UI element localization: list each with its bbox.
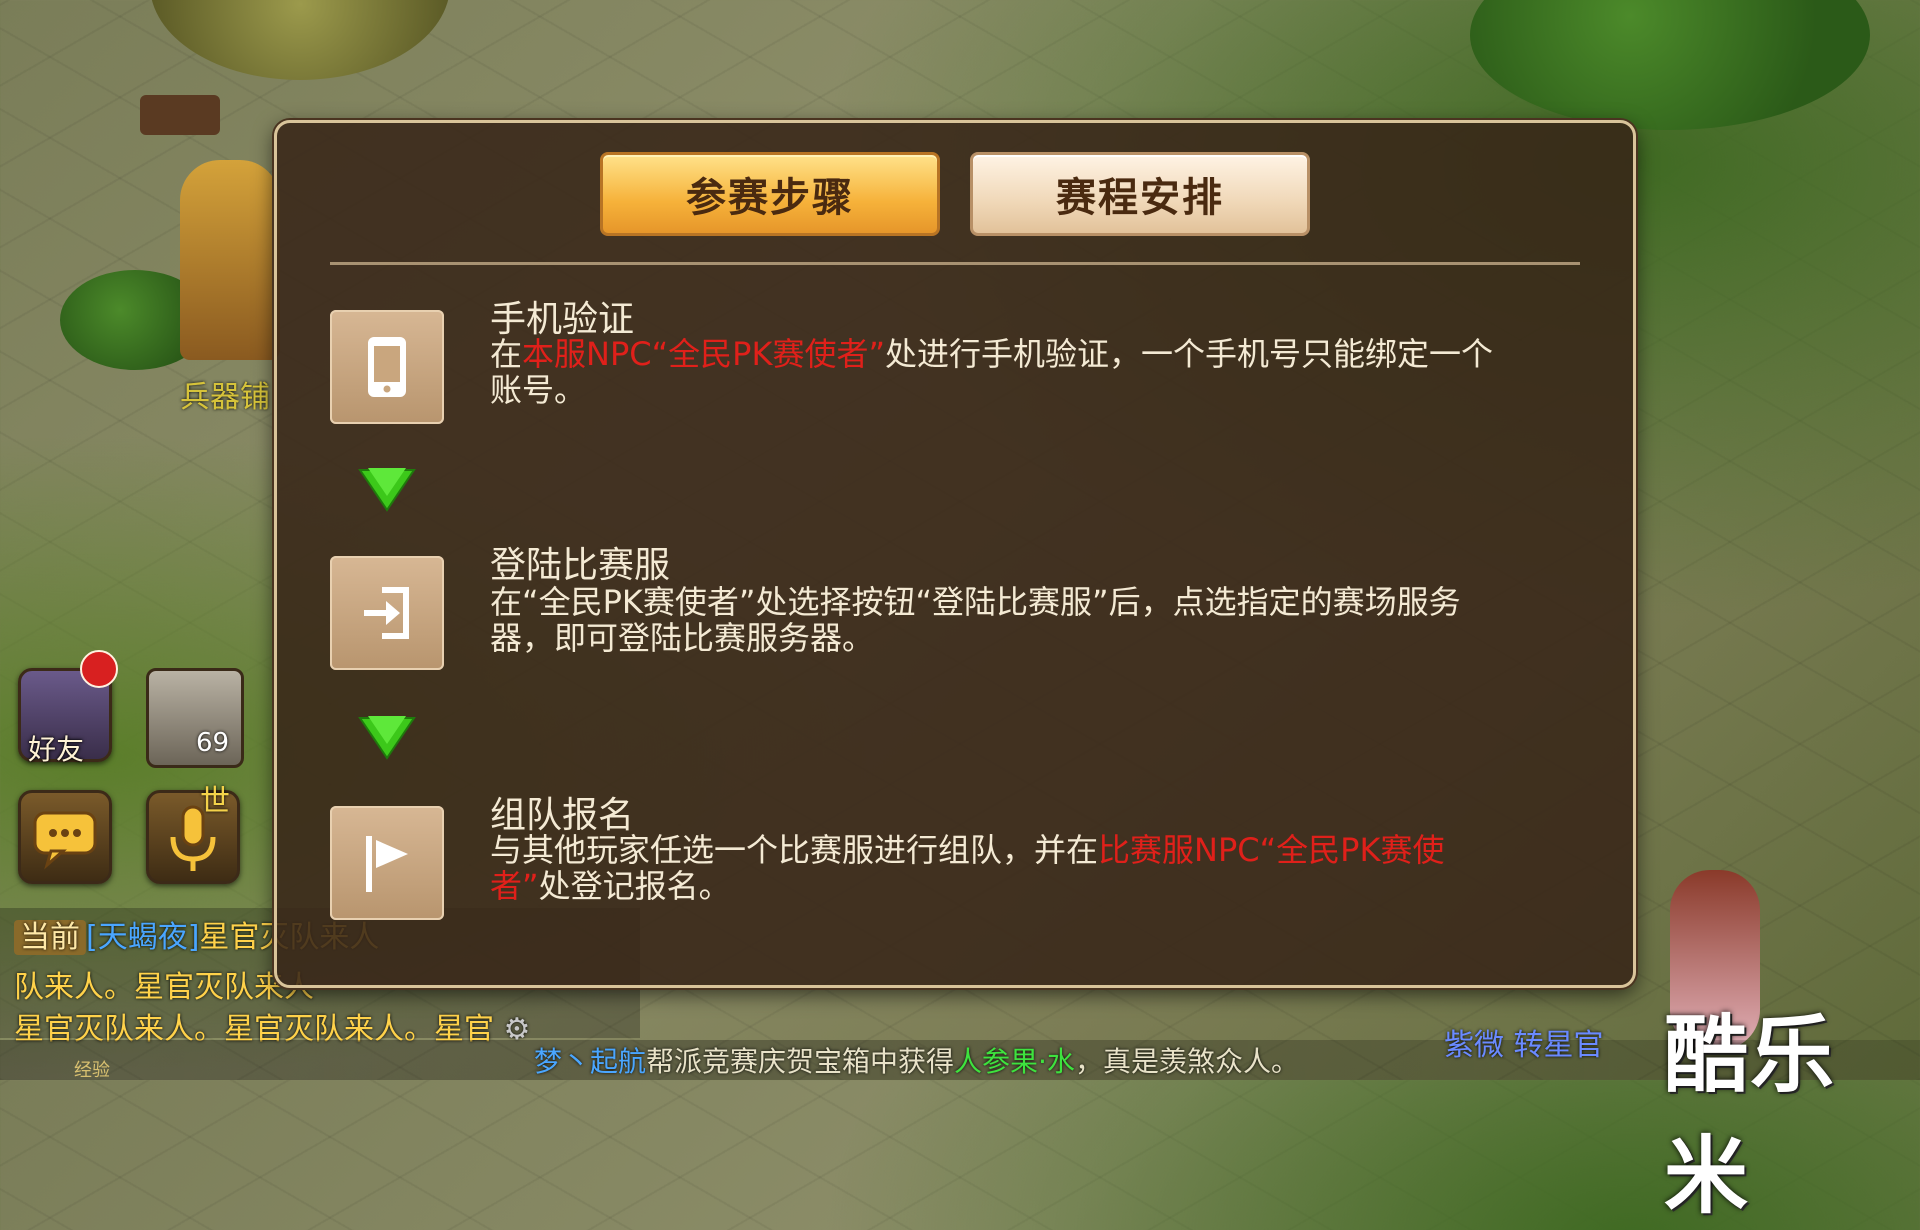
chat-bubble-icon [33,811,97,870]
step-description: 在本服NPC“全民PK赛使者”处进行手机验证，一个手机号只能绑定一个账号。 [490,336,1500,408]
friends-label: 好友 [28,733,85,766]
phone-icon [368,337,406,397]
flag-icon [366,836,408,892]
exp-label: 经验 [74,1060,110,1081]
broadcast-player[interactable]: 梦丶起航 [534,1045,646,1078]
broadcast-message: 梦丶起航帮派竞赛庆贺宝箱中获得人参果·水，真是羡煞众人。 [534,1040,1299,1080]
broadcast-text: 帮派竞赛庆贺宝箱中获得 [646,1045,955,1078]
notification-dot [80,650,118,688]
step-description: 在“全民PK赛使者”处选择按钮“登陆比赛服”后，点选指定的赛场服务器，即可登陆比… [490,584,1500,656]
chat-line: 队来人。星官灭队来人 [14,970,314,1005]
tab-schedule[interactable]: 赛程安排 [970,152,1310,236]
desc-text: 与其他玩家任选一个比赛服进行组队，并在 [490,831,1099,869]
panel-divider [330,262,1580,265]
desc-text: 处登记报名。 [538,867,731,905]
scene-tree [1470,0,1870,130]
step-phone-tile [330,310,444,424]
nearby-names: 紫微 转星官 [1444,1028,1604,1063]
tab-join-steps[interactable]: 参赛步骤 [600,152,940,236]
step-title: 登陆比赛服 [490,545,671,586]
login-icon [364,587,409,639]
watermark-logo: 酷乐米 [1664,1006,1837,1225]
shop-name-label: 兵器铺 [180,380,270,415]
desc-highlight: 本服NPC“全民PK赛使者” [522,335,886,373]
broadcast-item[interactable]: 人参果·水 [954,1045,1075,1078]
pet-avatar[interactable] [146,668,244,768]
channel-tag: 当前 [14,920,86,955]
scene-umbrella [150,0,450,80]
step-flag-tile [330,806,444,920]
scene-stool [140,95,220,135]
chat-player-name[interactable]: [天蝎夜] [86,920,199,955]
desc-text: 在“全民PK赛使者”处选择按钮“登陆比赛服”后，点选指定的赛场服务器，即可登陆比… [490,583,1461,657]
step-description: 与其他玩家任选一个比赛服进行组队，并在比赛服NPC“全民PK赛使者”处登记报名。 [490,832,1500,904]
scene-npc[interactable] [180,160,280,360]
world-channel-label: 世 [200,784,230,819]
down-arrow-icon [358,716,416,760]
desc-text: 在 [490,335,523,373]
step-login-tile [330,556,444,670]
down-arrow-icon [358,468,416,512]
pet-level: 69 [196,728,230,758]
broadcast-text-end: ，真是羡煞众人。 [1074,1045,1299,1078]
chat-button[interactable] [18,790,112,884]
